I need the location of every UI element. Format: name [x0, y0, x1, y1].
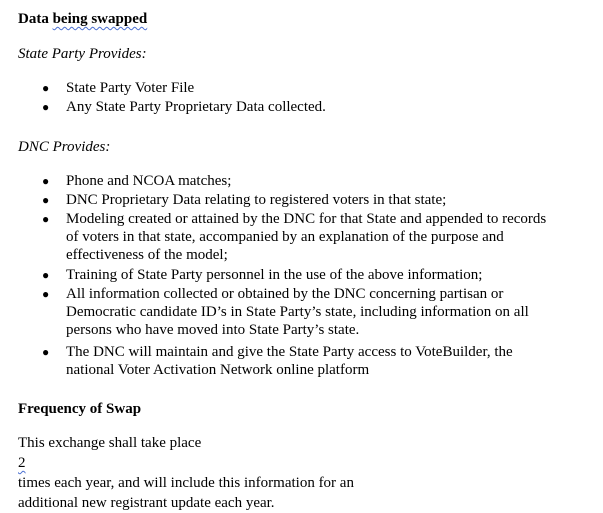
list-item-text: All information collected or obtained by…	[66, 285, 596, 339]
section-heading-frequency: Frequency of Swap	[18, 401, 142, 417]
frequency-line-2: additional new registrant update each ye…	[18, 495, 275, 511]
dnc-provides-label: DNC Provides:	[18, 139, 111, 155]
list-item-line: All information collected or obtained by…	[66, 286, 504, 302]
list-item-line: Modeling created or attained by the DNC …	[66, 211, 547, 227]
bullet-icon: ●	[42, 174, 50, 188]
frequency-line-1: This exchange shall take place 2 times e…	[18, 433, 598, 493]
list-item-text: The DNC will maintain and give the State…	[66, 343, 596, 379]
list-item-line: State Party Voter File	[66, 80, 195, 96]
list-item-line: effectiveness of the model;	[66, 247, 228, 263]
bullet-icon: ●	[42, 268, 50, 282]
frequency-paragraph: This exchange shall take place 2 times e…	[18, 433, 598, 513]
bullet-icon: ●	[42, 81, 50, 95]
bullet-icon: ●	[42, 345, 50, 359]
document-page: Data being swapped State Party Provides:…	[0, 0, 603, 511]
list-item-text: Modeling created or attained by the DNC …	[66, 210, 596, 264]
heading-text: Data	[18, 11, 53, 27]
list-item-line: DNC Proprietary Data relating to registe…	[66, 192, 447, 208]
list-item-text: Any State Party Proprietary Data collect…	[66, 98, 596, 116]
bullet-icon: ●	[42, 100, 50, 114]
heading-text-spellcheck: being swapped	[52, 11, 148, 27]
list-item-line: The DNC will maintain and give the State…	[66, 344, 513, 360]
section-heading-data-being-swapped: Data being swapped	[18, 10, 147, 29]
list-item-text: Phone and NCOA matches;	[66, 172, 596, 190]
state-party-provides-label: State Party Provides:	[18, 46, 147, 62]
bullet-icon: ●	[42, 193, 50, 207]
list-item-text: DNC Proprietary Data relating to registe…	[66, 191, 596, 209]
frequency-text: times each year, and will include this i…	[18, 475, 354, 491]
frequency-text: This exchange shall take place	[18, 435, 202, 451]
list-item-text: State Party Voter File	[66, 79, 596, 97]
bullet-icon: ●	[42, 287, 50, 301]
frequency-count: 2	[18, 455, 26, 471]
list-item-line: Training of State Party personnel in the…	[66, 267, 483, 283]
list-item-line: Democratic candidate ID’s in State Party…	[66, 304, 529, 320]
bullet-icon: ●	[42, 212, 50, 226]
list-item-line: persons who have moved into State Party’…	[66, 322, 360, 338]
list-item-line: Phone and NCOA matches;	[66, 173, 232, 189]
list-item-line: Any State Party Proprietary Data collect…	[66, 99, 326, 115]
list-item-line: of voters in that state, accompanied by …	[66, 229, 504, 245]
list-item-line: national Voter Activation Network online…	[66, 362, 370, 378]
list-item-text: Training of State Party personnel in the…	[66, 266, 596, 284]
